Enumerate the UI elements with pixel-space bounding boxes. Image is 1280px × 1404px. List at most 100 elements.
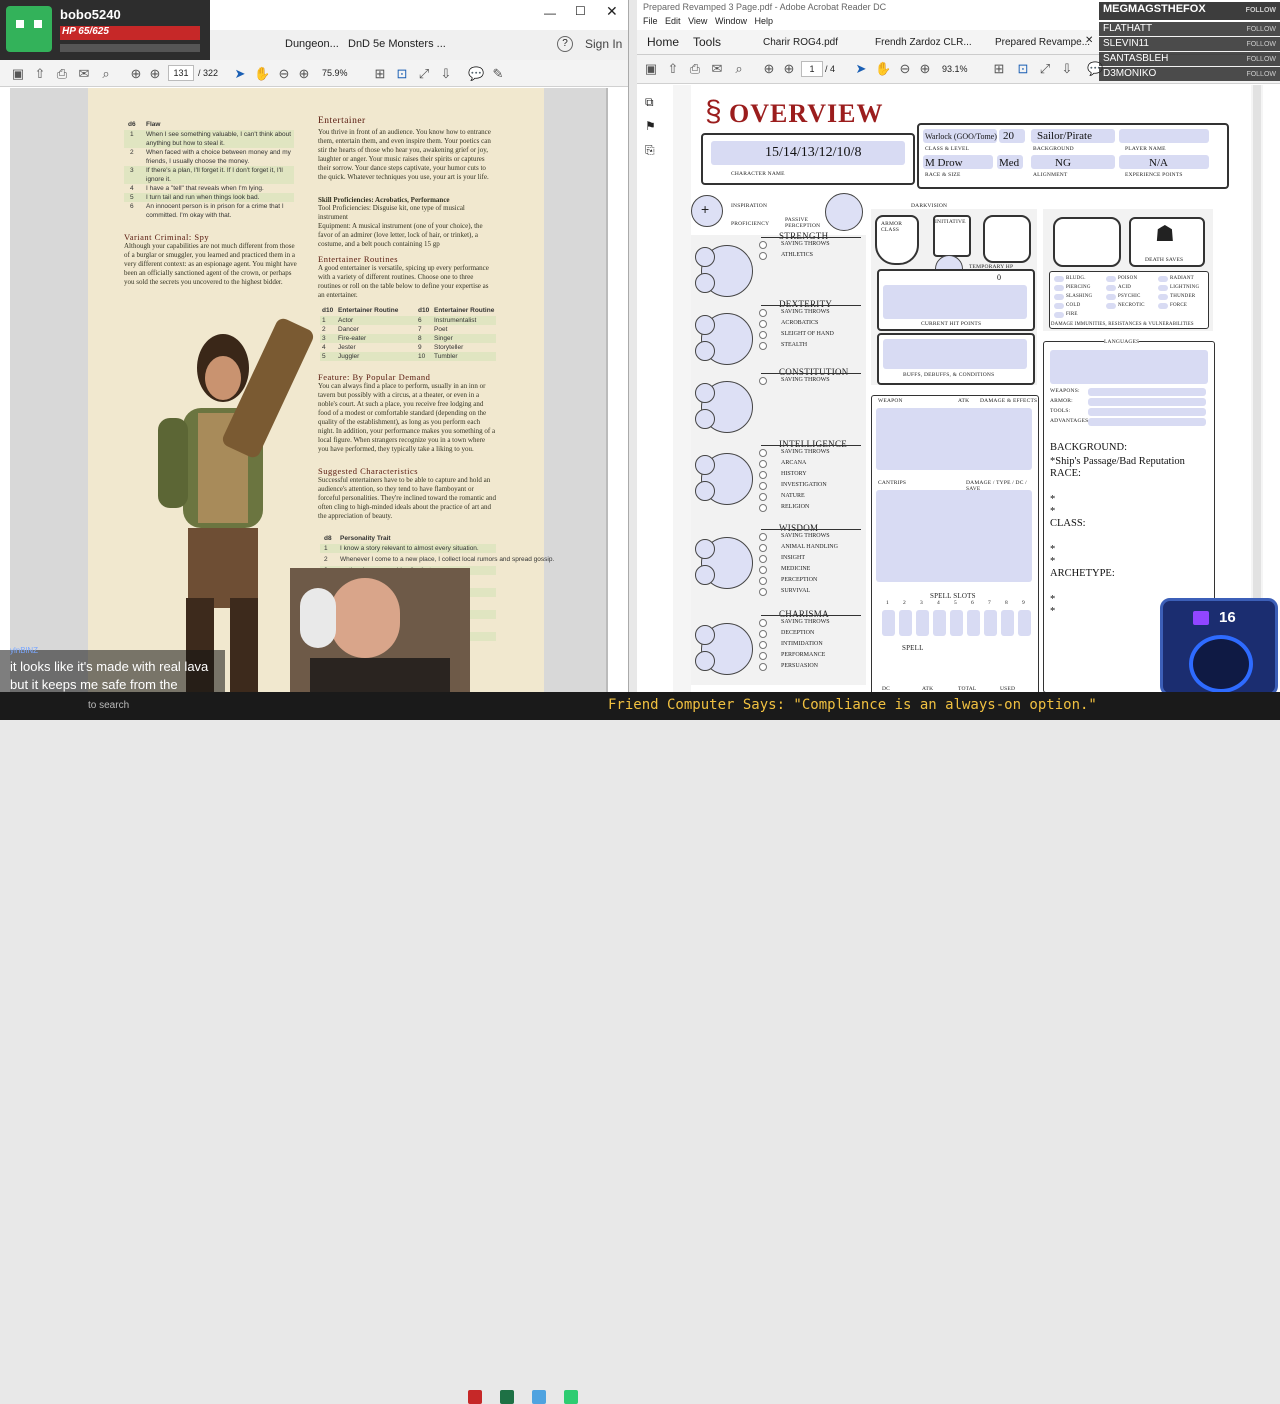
page-number-input[interactable]: 1 (801, 61, 823, 77)
tab-dungeon[interactable]: Dungeon... (285, 38, 339, 50)
ability-save-circle[interactable] (695, 565, 715, 585)
ability-save-circle[interactable] (695, 481, 715, 501)
hand-tool-icon[interactable]: ✋ (875, 61, 891, 77)
fit-width-icon[interactable]: ⊡ (1015, 61, 1031, 77)
spell-slot-box[interactable] (1001, 610, 1014, 636)
proficiency-field[interactable] (1088, 418, 1206, 426)
speed-box[interactable] (983, 215, 1031, 263)
page-down-icon[interactable]: ⊕ (781, 61, 797, 77)
fit-page-icon[interactable]: ⊞ (372, 66, 388, 82)
scroll-mode-icon[interactable]: ⇩ (1059, 61, 1075, 77)
page-up-icon[interactable]: ⊕ (128, 66, 144, 82)
spell-slot-box[interactable] (984, 610, 997, 636)
comment-icon[interactable]: 💬 (468, 66, 484, 82)
tab-monsters[interactable]: DnD 5e Monsters ... (348, 38, 446, 50)
spell-slot-box[interactable] (933, 610, 946, 636)
proficiency-toggle[interactable] (759, 342, 767, 350)
proficiency-toggle[interactable] (759, 533, 767, 541)
page-up-icon[interactable]: ⊕ (761, 61, 777, 77)
buffs-field[interactable] (883, 339, 1027, 369)
proficiency-toggle[interactable] (759, 309, 767, 317)
ability-mod-circle[interactable] (695, 539, 715, 559)
ability-save-circle[interactable] (695, 651, 715, 671)
damage-checkbox[interactable] (1054, 294, 1064, 300)
proficiency-field[interactable] (1088, 408, 1206, 416)
select-cursor-icon[interactable]: ➤ (853, 61, 869, 77)
damage-checkbox[interactable] (1054, 285, 1064, 291)
passive-perception-field[interactable] (825, 193, 863, 231)
proficiency-toggle[interactable] (759, 377, 767, 385)
proficiency-toggle[interactable] (759, 482, 767, 490)
minimize-button[interactable]: — (544, 6, 556, 20)
damage-checkbox[interactable] (1158, 294, 1168, 300)
spell-slot-box[interactable] (1018, 610, 1031, 636)
upload-icon[interactable]: ⇧ (665, 61, 681, 77)
save-icon[interactable]: ▣ (643, 61, 659, 77)
proficiency-toggle[interactable] (759, 252, 767, 260)
sign-in-link[interactable]: Sign In (585, 37, 622, 51)
upload-icon[interactable]: ⇧ (32, 66, 48, 82)
damage-checkbox[interactable] (1106, 276, 1116, 282)
spell-slot-box[interactable] (967, 610, 980, 636)
nav-home[interactable]: Home (647, 35, 679, 49)
proficiency-toggle[interactable] (759, 566, 767, 574)
proficiency-field[interactable] (1088, 398, 1206, 406)
zoom-out-icon[interactable]: ⊖ (897, 61, 913, 77)
fit-page-icon[interactable]: ⊞ (991, 61, 1007, 77)
proficiency-toggle[interactable] (759, 544, 767, 552)
nav-tools[interactable]: Tools (693, 35, 721, 49)
damage-checkbox[interactable] (1158, 285, 1168, 291)
cantrips-field[interactable] (876, 490, 1032, 582)
damage-checkbox[interactable] (1158, 276, 1168, 282)
damage-checkbox[interactable] (1106, 294, 1116, 300)
fullscreen-icon[interactable]: ⤢ (1037, 61, 1053, 77)
mail-icon[interactable]: ✉ (709, 61, 725, 77)
damage-checkbox[interactable] (1054, 303, 1064, 309)
damage-checkbox[interactable] (1106, 285, 1116, 291)
proficiency-field[interactable] (1088, 388, 1206, 396)
ability-mod-circle[interactable] (695, 625, 715, 645)
proficiency-toggle[interactable] (759, 663, 767, 671)
menu-file[interactable]: File (643, 16, 658, 26)
acrobat-taskbar-icon[interactable] (468, 1390, 482, 1404)
zoom-in-icon[interactable]: ⊕ (917, 61, 933, 77)
ability-mod-circle[interactable] (695, 247, 715, 267)
menu-edit[interactable]: Edit (665, 16, 681, 26)
proficiency-toggle[interactable] (759, 652, 767, 660)
search-icon[interactable]: ⌕ (98, 66, 114, 82)
ability-mod-circle[interactable] (695, 315, 715, 335)
scroll-mode-icon[interactable]: ⇩ (438, 66, 454, 82)
ability-save-circle[interactable] (695, 273, 715, 293)
proficiency-toggle[interactable] (759, 320, 767, 328)
spell-slot-box[interactable] (916, 610, 929, 636)
proficiency-toggle[interactable] (759, 555, 767, 563)
tab-charir[interactable]: Charir ROG4.pdf (763, 37, 838, 48)
menu-window[interactable]: Window (715, 16, 747, 26)
pages-icon[interactable]: ⧉ (645, 95, 654, 110)
proficiency-toggle[interactable] (759, 471, 767, 479)
attachment-icon[interactable]: ⎘ (645, 143, 655, 158)
proficiency-toggle[interactable] (759, 630, 767, 638)
print-icon[interactable]: ⎙ (687, 61, 703, 77)
zoom-in-icon[interactable]: ⊕ (296, 66, 312, 82)
help-icon[interactable]: ? (557, 36, 573, 52)
alignment-field[interactable] (1031, 155, 1115, 169)
page-down-icon[interactable]: ⊕ (147, 66, 163, 82)
pen-icon[interactable]: ✎ (490, 66, 506, 82)
app-taskbar-icon[interactable] (532, 1390, 546, 1404)
fit-width-icon[interactable]: ⊡ (394, 66, 410, 82)
tab-frendh[interactable]: Frendh Zardoz CLR... (875, 37, 972, 48)
proficiency-toggle[interactable] (759, 493, 767, 501)
tab-close-icon[interactable]: ✕ (1085, 35, 1093, 46)
damage-checkbox[interactable] (1158, 303, 1168, 309)
proficiency-toggle[interactable] (759, 504, 767, 512)
zoom-out-icon[interactable]: ⊖ (276, 66, 292, 82)
proficiency-toggle[interactable] (759, 331, 767, 339)
proficiency-toggle[interactable] (759, 588, 767, 596)
weapons-field[interactable] (876, 408, 1032, 470)
proficiency-toggle[interactable] (759, 449, 767, 457)
fullscreen-icon[interactable]: ⤢ (416, 66, 432, 82)
damage-checkbox[interactable] (1106, 303, 1116, 309)
hp-field[interactable] (883, 285, 1027, 319)
chat-taskbar-icon[interactable] (564, 1390, 578, 1404)
